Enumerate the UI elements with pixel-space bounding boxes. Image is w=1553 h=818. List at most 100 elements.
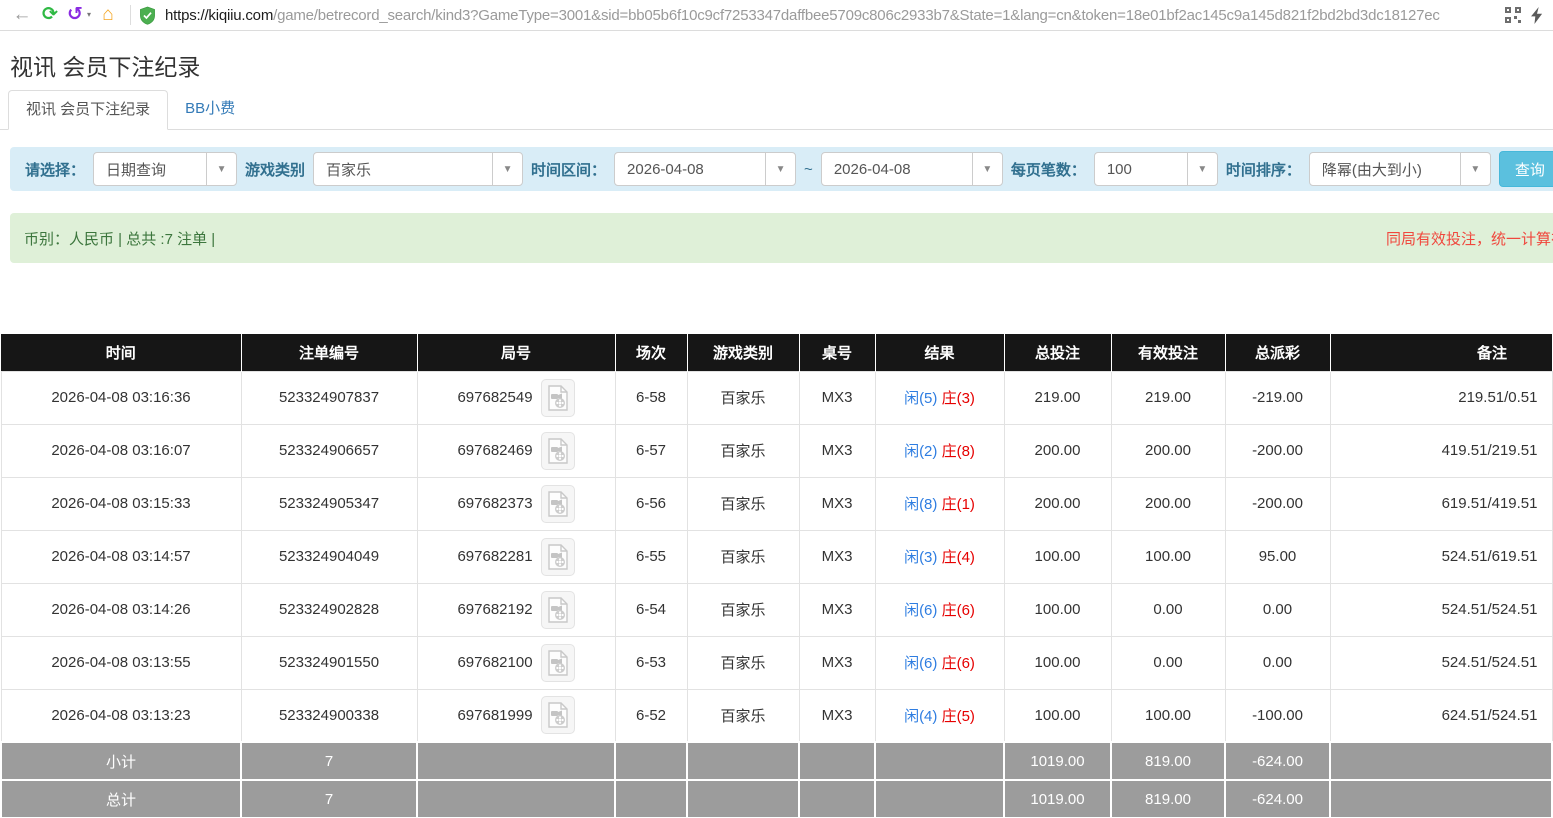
cell-remark: 624.51/524.51 bbox=[1330, 689, 1552, 742]
address-bar[interactable]: https://kiqiiu.com/game/betrecord_search… bbox=[139, 6, 1499, 25]
cell-remark: 219.51/0.51 bbox=[1330, 371, 1552, 424]
column-header: 桌号 bbox=[799, 334, 875, 371]
table-row: 2026-04-08 03:14:57523324904049697682281… bbox=[1, 530, 1552, 583]
cell-payout: 0.00 bbox=[1225, 583, 1330, 636]
cell-round: 697682192 bbox=[417, 583, 615, 636]
video-replay-button[interactable] bbox=[541, 696, 575, 734]
game-type-select[interactable]: 百家乐 ▼ bbox=[313, 152, 523, 186]
qr-code-icon[interactable] bbox=[1505, 7, 1521, 23]
bet-records-table: 时间注单编号局号场次游戏类别桌号结果总投注有效投注总派彩备注 2026-04-0… bbox=[0, 334, 1553, 818]
cell-remark: 419.51/219.51 bbox=[1330, 424, 1552, 477]
cell-round: 697682469 bbox=[417, 424, 615, 477]
summary-row: 小计71019.00819.00-624.00 bbox=[1, 742, 1552, 780]
round-number: 697682549 bbox=[457, 389, 532, 406]
cell-empty bbox=[875, 780, 1004, 818]
video-replay-button[interactable] bbox=[541, 485, 575, 523]
cell-empty bbox=[875, 742, 1004, 780]
cell-valid-bet: 200.00 bbox=[1111, 424, 1225, 477]
cell-summary-count: 7 bbox=[241, 742, 417, 780]
date-from-select[interactable]: 2026-04-08 ▼ bbox=[614, 152, 796, 186]
cell-total-bet: 100.00 bbox=[1004, 636, 1111, 689]
cell-round: 697682100 bbox=[417, 636, 615, 689]
video-replay-button[interactable] bbox=[541, 644, 575, 682]
result-banker: 庄(4) bbox=[942, 549, 975, 566]
toolbar-divider bbox=[130, 5, 131, 25]
result-player: 闲(4) bbox=[904, 708, 937, 725]
column-header: 备注 bbox=[1330, 334, 1552, 371]
video-replay-button[interactable] bbox=[541, 591, 575, 629]
sort-label: 时间排序： bbox=[1226, 159, 1301, 180]
date-to-select[interactable]: 2026-04-08 ▼ bbox=[821, 152, 1003, 186]
reload-icon[interactable]: ⟳ bbox=[36, 0, 64, 30]
column-header: 结果 bbox=[875, 334, 1004, 371]
chevron-down-icon: ▼ bbox=[492, 153, 522, 185]
video-replay-button[interactable] bbox=[541, 538, 575, 576]
video-replay-button[interactable] bbox=[541, 379, 575, 417]
back-icon[interactable]: ← bbox=[8, 0, 36, 30]
cell-result: 闲(8) 庄(1) bbox=[875, 477, 1004, 530]
cell-bet-id: 523324905347 bbox=[241, 477, 417, 530]
video-file-icon bbox=[547, 702, 569, 728]
cell-bet-id: 523324907837 bbox=[241, 371, 417, 424]
cell-table-no: MX3 bbox=[799, 477, 875, 530]
cell-summary-label: 小计 bbox=[1, 742, 241, 780]
range-separator: ~ bbox=[804, 161, 813, 178]
video-replay-button[interactable] bbox=[541, 432, 575, 470]
cell-time: 2026-04-08 03:13:55 bbox=[1, 636, 241, 689]
cell-empty bbox=[1330, 742, 1552, 780]
cell-game-type: 百家乐 bbox=[687, 371, 799, 424]
cell-total-bet: 200.00 bbox=[1004, 424, 1111, 477]
undo-dropdown-caret-icon[interactable]: ▾ bbox=[84, 0, 94, 30]
undo-icon[interactable]: ↺ bbox=[64, 0, 86, 30]
round-number: 697682281 bbox=[457, 548, 532, 565]
cell-table-no: MX3 bbox=[799, 371, 875, 424]
table-row: 2026-04-08 03:13:55523324901550 697682100… bbox=[1, 636, 1552, 689]
cell-valid-bet: 200.00 bbox=[1111, 477, 1225, 530]
cell-payout: -200.00 bbox=[1225, 424, 1330, 477]
page-size-select[interactable]: 100 ▼ bbox=[1094, 152, 1218, 186]
cell-summary-total-bet: 1019.00 bbox=[1004, 742, 1111, 780]
cell-payout: -200.00 bbox=[1225, 477, 1330, 530]
result-player: 闲(5) bbox=[904, 390, 937, 407]
cell-session: 6-52 bbox=[615, 689, 687, 742]
date-to-value: 2026-04-08 bbox=[822, 153, 972, 185]
lightning-icon[interactable] bbox=[1531, 7, 1543, 24]
cell-bet-id: 523324902828 bbox=[241, 583, 417, 636]
result-player: 闲(8) bbox=[904, 496, 937, 513]
round-number: 697682192 bbox=[457, 601, 532, 618]
cell-session: 6-55 bbox=[615, 530, 687, 583]
cell-time: 2026-04-08 03:14:57 bbox=[1, 530, 241, 583]
cell-round: 697682373 bbox=[417, 477, 615, 530]
cell-session: 6-54 bbox=[615, 583, 687, 636]
round-number: 697682100 bbox=[457, 654, 532, 671]
query-type-label: 请选择： bbox=[25, 159, 85, 180]
cell-time: 2026-04-08 03:14:26 bbox=[1, 583, 241, 636]
sort-select[interactable]: 降幂(由大到小) ▼ bbox=[1309, 152, 1491, 186]
cell-remark: 619.51/419.51 bbox=[1330, 477, 1552, 530]
search-button[interactable]: 查询 bbox=[1499, 151, 1553, 187]
column-header: 局号 bbox=[417, 334, 615, 371]
chevron-down-icon: ▼ bbox=[1460, 153, 1490, 185]
query-type-select[interactable]: 日期查询 ▼ bbox=[93, 152, 237, 186]
round-number: 697682373 bbox=[457, 495, 532, 512]
result-player: 闲(2) bbox=[904, 443, 937, 460]
cell-empty bbox=[417, 780, 615, 818]
result-player: 闲(6) bbox=[904, 602, 937, 619]
cell-bet-id: 523324901550 bbox=[241, 636, 417, 689]
home-icon[interactable]: ⌂ bbox=[94, 0, 122, 30]
cell-valid-bet: 0.00 bbox=[1111, 583, 1225, 636]
cell-empty bbox=[1330, 780, 1552, 818]
cell-total-bet: 100.00 bbox=[1004, 689, 1111, 742]
column-header: 总派彩 bbox=[1225, 334, 1330, 371]
cell-table-no: MX3 bbox=[799, 530, 875, 583]
column-header: 场次 bbox=[615, 334, 687, 371]
result-player: 闲(3) bbox=[904, 549, 937, 566]
tab-video-bet-records[interactable]: 视讯 会员下注纪录 bbox=[8, 90, 168, 130]
same-round-notice-text: 同局有效投注，统一计算在该局 bbox=[1386, 228, 1553, 249]
tab-bb-tip[interactable]: BB小费 bbox=[168, 90, 252, 129]
result-banker: 庄(5) bbox=[942, 708, 975, 725]
security-shield-icon bbox=[139, 6, 156, 25]
round-number: 697681999 bbox=[457, 707, 532, 724]
cell-time: 2026-04-08 03:16:07 bbox=[1, 424, 241, 477]
query-type-value: 日期查询 bbox=[94, 153, 206, 185]
